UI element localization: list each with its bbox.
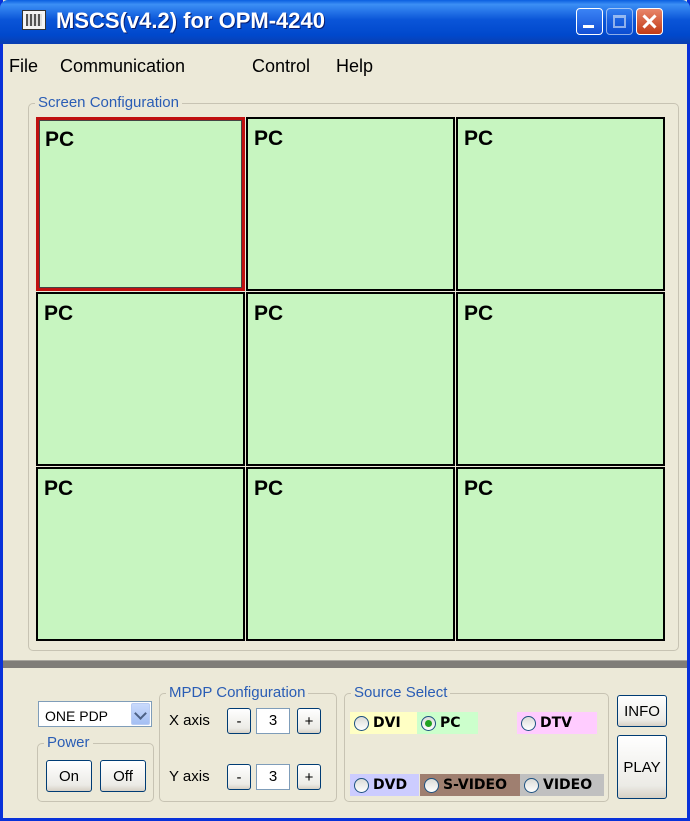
source-radio-video[interactable]: VIDEO bbox=[520, 774, 604, 796]
chevron-down-icon[interactable] bbox=[131, 703, 150, 725]
source-option-label: DVI bbox=[373, 715, 401, 731]
menu-bar: File Communication Control Help bbox=[3, 44, 687, 86]
screen-cell-6[interactable]: PC bbox=[456, 292, 665, 466]
x-axis-label: X axis bbox=[169, 712, 210, 729]
x-axis-increment-button[interactable]: + bbox=[297, 708, 321, 734]
source-option-label: S-VIDEO bbox=[443, 777, 508, 793]
x-axis-decrement-button[interactable]: - bbox=[227, 708, 251, 734]
close-button[interactable] bbox=[636, 8, 663, 35]
power-legend: Power bbox=[44, 734, 93, 751]
source-radio-pc[interactable]: PC bbox=[417, 712, 478, 734]
info-button[interactable]: INFO bbox=[617, 695, 667, 727]
y-axis-label: Y axis bbox=[169, 768, 210, 785]
screen-cell-8[interactable]: PC bbox=[246, 467, 455, 641]
screen-cell-2[interactable]: PC bbox=[246, 117, 455, 291]
screen-cell-1[interactable]: PC bbox=[36, 117, 245, 291]
power-off-button[interactable]: Off bbox=[100, 760, 146, 792]
menu-communication[interactable]: Communication bbox=[60, 56, 185, 77]
cell-source-label: PC bbox=[464, 302, 494, 325]
x-axis-value-field[interactable]: 3 bbox=[256, 708, 290, 734]
panel-splitter[interactable] bbox=[3, 660, 687, 668]
cell-source-label: PC bbox=[45, 128, 75, 151]
menu-help[interactable]: Help bbox=[336, 56, 373, 77]
screen-cell-9[interactable]: PC bbox=[456, 467, 665, 641]
pdp-mode-value: ONE PDP bbox=[45, 708, 109, 724]
title-bar[interactable]: MSCS(v4.2) for OPM-4240 bbox=[0, 0, 690, 44]
source-option-label: VIDEO bbox=[543, 777, 593, 793]
maximize-button bbox=[606, 8, 633, 35]
play-button[interactable]: PLAY bbox=[617, 735, 667, 799]
radio-button-icon[interactable] bbox=[354, 715, 369, 731]
menu-control[interactable]: Control bbox=[252, 56, 310, 77]
cell-source-label: PC bbox=[254, 302, 284, 325]
cell-source-label: PC bbox=[464, 127, 494, 150]
app-icon[interactable] bbox=[22, 10, 46, 30]
source-option-label: DTV bbox=[540, 715, 573, 731]
radio-button-icon[interactable] bbox=[354, 777, 369, 793]
cell-source-label: PC bbox=[464, 477, 494, 500]
radio-button-icon[interactable] bbox=[421, 715, 436, 731]
screen-cell-4[interactable]: PC bbox=[36, 292, 245, 466]
mpdp-configuration-legend: MPDP Configuration bbox=[166, 684, 309, 701]
minimize-button[interactable] bbox=[576, 8, 603, 35]
source-option-label: PC bbox=[440, 715, 461, 731]
menu-file[interactable]: File bbox=[9, 56, 38, 77]
cell-source-label: PC bbox=[254, 127, 284, 150]
source-select-legend: Source Select bbox=[351, 684, 451, 701]
source-radio-s-video[interactable]: S-VIDEO bbox=[420, 774, 520, 796]
power-on-button[interactable]: On bbox=[46, 760, 92, 792]
radio-button-icon[interactable] bbox=[521, 715, 536, 731]
y-axis-value-field[interactable]: 3 bbox=[256, 764, 290, 790]
screen-cell-3[interactable]: PC bbox=[456, 117, 665, 291]
app-window: MSCS(v4.2) for OPM-4240 File Communicati… bbox=[0, 0, 690, 821]
source-radio-dvd[interactable]: DVD bbox=[350, 774, 419, 796]
cell-source-label: PC bbox=[44, 477, 74, 500]
y-axis-increment-button[interactable]: + bbox=[297, 764, 321, 790]
source-radio-dvi[interactable]: DVI bbox=[350, 712, 417, 734]
pdp-mode-select[interactable]: ONE PDP bbox=[38, 701, 152, 727]
cell-source-label: PC bbox=[44, 302, 74, 325]
y-axis-decrement-button[interactable]: - bbox=[227, 764, 251, 790]
source-radio-dtv[interactable]: DTV bbox=[517, 712, 597, 734]
radio-button-icon[interactable] bbox=[424, 777, 439, 793]
screen-configuration-legend: Screen Configuration bbox=[35, 94, 182, 111]
window-title: MSCS(v4.2) for OPM-4240 bbox=[56, 8, 325, 33]
screen-cell-5[interactable]: PC bbox=[246, 292, 455, 466]
source-option-label: DVD bbox=[373, 777, 408, 793]
screen-cell-7[interactable]: PC bbox=[36, 467, 245, 641]
cell-source-label: PC bbox=[254, 477, 284, 500]
radio-button-icon[interactable] bbox=[524, 777, 539, 793]
